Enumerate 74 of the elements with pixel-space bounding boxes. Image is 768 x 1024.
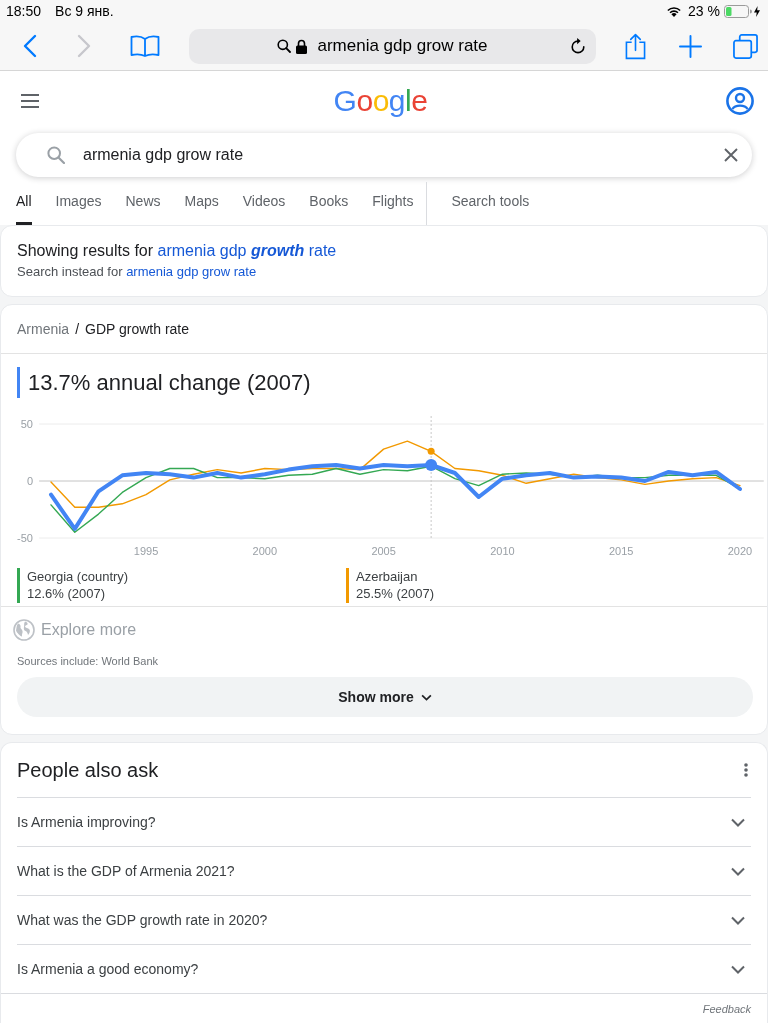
chevron-down-icon bbox=[420, 693, 432, 701]
more-icon bbox=[744, 763, 748, 777]
show-more-button[interactable]: Show more bbox=[17, 677, 753, 717]
search-tab[interactable]: Images bbox=[55, 177, 102, 225]
headline-accent-bar bbox=[17, 367, 20, 398]
search-tab[interactable]: Books bbox=[309, 177, 349, 225]
menu-button[interactable] bbox=[21, 94, 39, 108]
account-icon bbox=[726, 87, 754, 115]
status-date: Вс 9 янв. bbox=[55, 3, 114, 19]
search-tab[interactable]: Maps bbox=[184, 177, 219, 225]
more-options-button[interactable] bbox=[744, 763, 748, 777]
search-icon bbox=[277, 39, 292, 53]
tabs-icon bbox=[733, 33, 758, 59]
battery-icon bbox=[724, 4, 752, 18]
search-tab[interactable]: News bbox=[125, 177, 161, 225]
charging-bolt-icon bbox=[754, 5, 760, 17]
legend-series-name: Azerbaijan bbox=[356, 568, 418, 585]
battery-percent: 23 % bbox=[688, 3, 720, 19]
search-query-text: armenia gdp grow rate bbox=[83, 146, 245, 164]
globe-icon bbox=[13, 619, 35, 641]
address-field[interactable]: armenia gdp grow rate bbox=[189, 28, 596, 64]
axis-tick-label: 2000 bbox=[252, 545, 278, 557]
breadcrumb-current: GDP growth rate bbox=[85, 321, 190, 337]
status-time: 18:50 bbox=[6, 3, 42, 19]
close-icon[interactable] bbox=[724, 148, 738, 162]
open-book-icon bbox=[130, 34, 160, 58]
point-marker-icon bbox=[427, 447, 435, 455]
search-icon bbox=[47, 146, 65, 164]
breadcrumb-link[interactable]: Armenia bbox=[17, 321, 70, 337]
bookmarks-button[interactable] bbox=[130, 34, 160, 58]
plus-icon bbox=[679, 34, 702, 58]
search-instead-text: Search instead for armenia gdp grow rate bbox=[17, 263, 258, 281]
axis-tick-label: 0 bbox=[26, 475, 33, 487]
address-text: armenia gdp grow rate bbox=[317, 36, 488, 56]
question-item[interactable]: What is the GDP of Armenia 2021? bbox=[17, 846, 751, 895]
search-tab[interactable]: Flights bbox=[372, 177, 414, 225]
reload-icon[interactable] bbox=[570, 37, 586, 55]
wifi-icon bbox=[666, 5, 683, 17]
question-item[interactable]: Is Armenia a good economy? bbox=[17, 944, 751, 993]
axis-tick-label: 2005 bbox=[371, 545, 396, 557]
account-button[interactable] bbox=[726, 87, 754, 115]
axis-tick-label: 2020 bbox=[727, 545, 753, 557]
search-field[interactable]: armenia gdp grow rate bbox=[16, 133, 752, 177]
section-heading: People also ask bbox=[17, 758, 160, 782]
breadcrumb-separator: / bbox=[75, 321, 80, 337]
search-tools-button[interactable]: Search tools bbox=[451, 177, 530, 225]
legend-series-value: 12.6% (2007) bbox=[27, 585, 106, 602]
headline-value: 13.7% annual change (2007) bbox=[28, 369, 311, 396]
legend-series-value: 25.5% (2007) bbox=[356, 585, 435, 602]
axis-tick-label: 2010 bbox=[490, 545, 515, 557]
axis-tick-label: 50 bbox=[20, 418, 33, 430]
axis-tick-label: 1995 bbox=[133, 545, 159, 557]
spelling-correction-text: Showing results for armenia gdp growth rate bbox=[17, 241, 338, 261]
legend-series-name: Georgia (country) bbox=[27, 568, 129, 585]
share-icon bbox=[625, 32, 646, 60]
tabs-button[interactable] bbox=[733, 33, 758, 59]
new-tab-button[interactable] bbox=[679, 34, 702, 58]
google-logo[interactable]: Google bbox=[333, 84, 428, 118]
axis-tick-label: 2015 bbox=[608, 545, 634, 557]
feedback-link[interactable]: Feedback bbox=[702, 1002, 751, 1015]
corrected-query-link[interactable]: armenia gdp growth rate bbox=[157, 242, 337, 259]
back-chevron-icon bbox=[23, 34, 37, 58]
lock-icon bbox=[296, 38, 308, 54]
forward-chevron-icon bbox=[77, 34, 91, 58]
share-button[interactable] bbox=[625, 32, 646, 60]
original-query-link[interactable]: armenia gdp grow rate bbox=[126, 264, 257, 279]
sources-note: Sources include: World Bank bbox=[17, 655, 159, 667]
question-item[interactable]: Is Armenia improving? bbox=[17, 797, 751, 846]
menu-icon bbox=[21, 94, 39, 108]
search-tab[interactable]: Videos bbox=[242, 177, 286, 225]
point-marker-icon bbox=[425, 459, 438, 472]
question-item[interactable]: What was the GDP growth rate in 2020? bbox=[17, 895, 751, 944]
axis-tick-label: -50 bbox=[17, 532, 33, 544]
back-button[interactable] bbox=[23, 34, 37, 58]
